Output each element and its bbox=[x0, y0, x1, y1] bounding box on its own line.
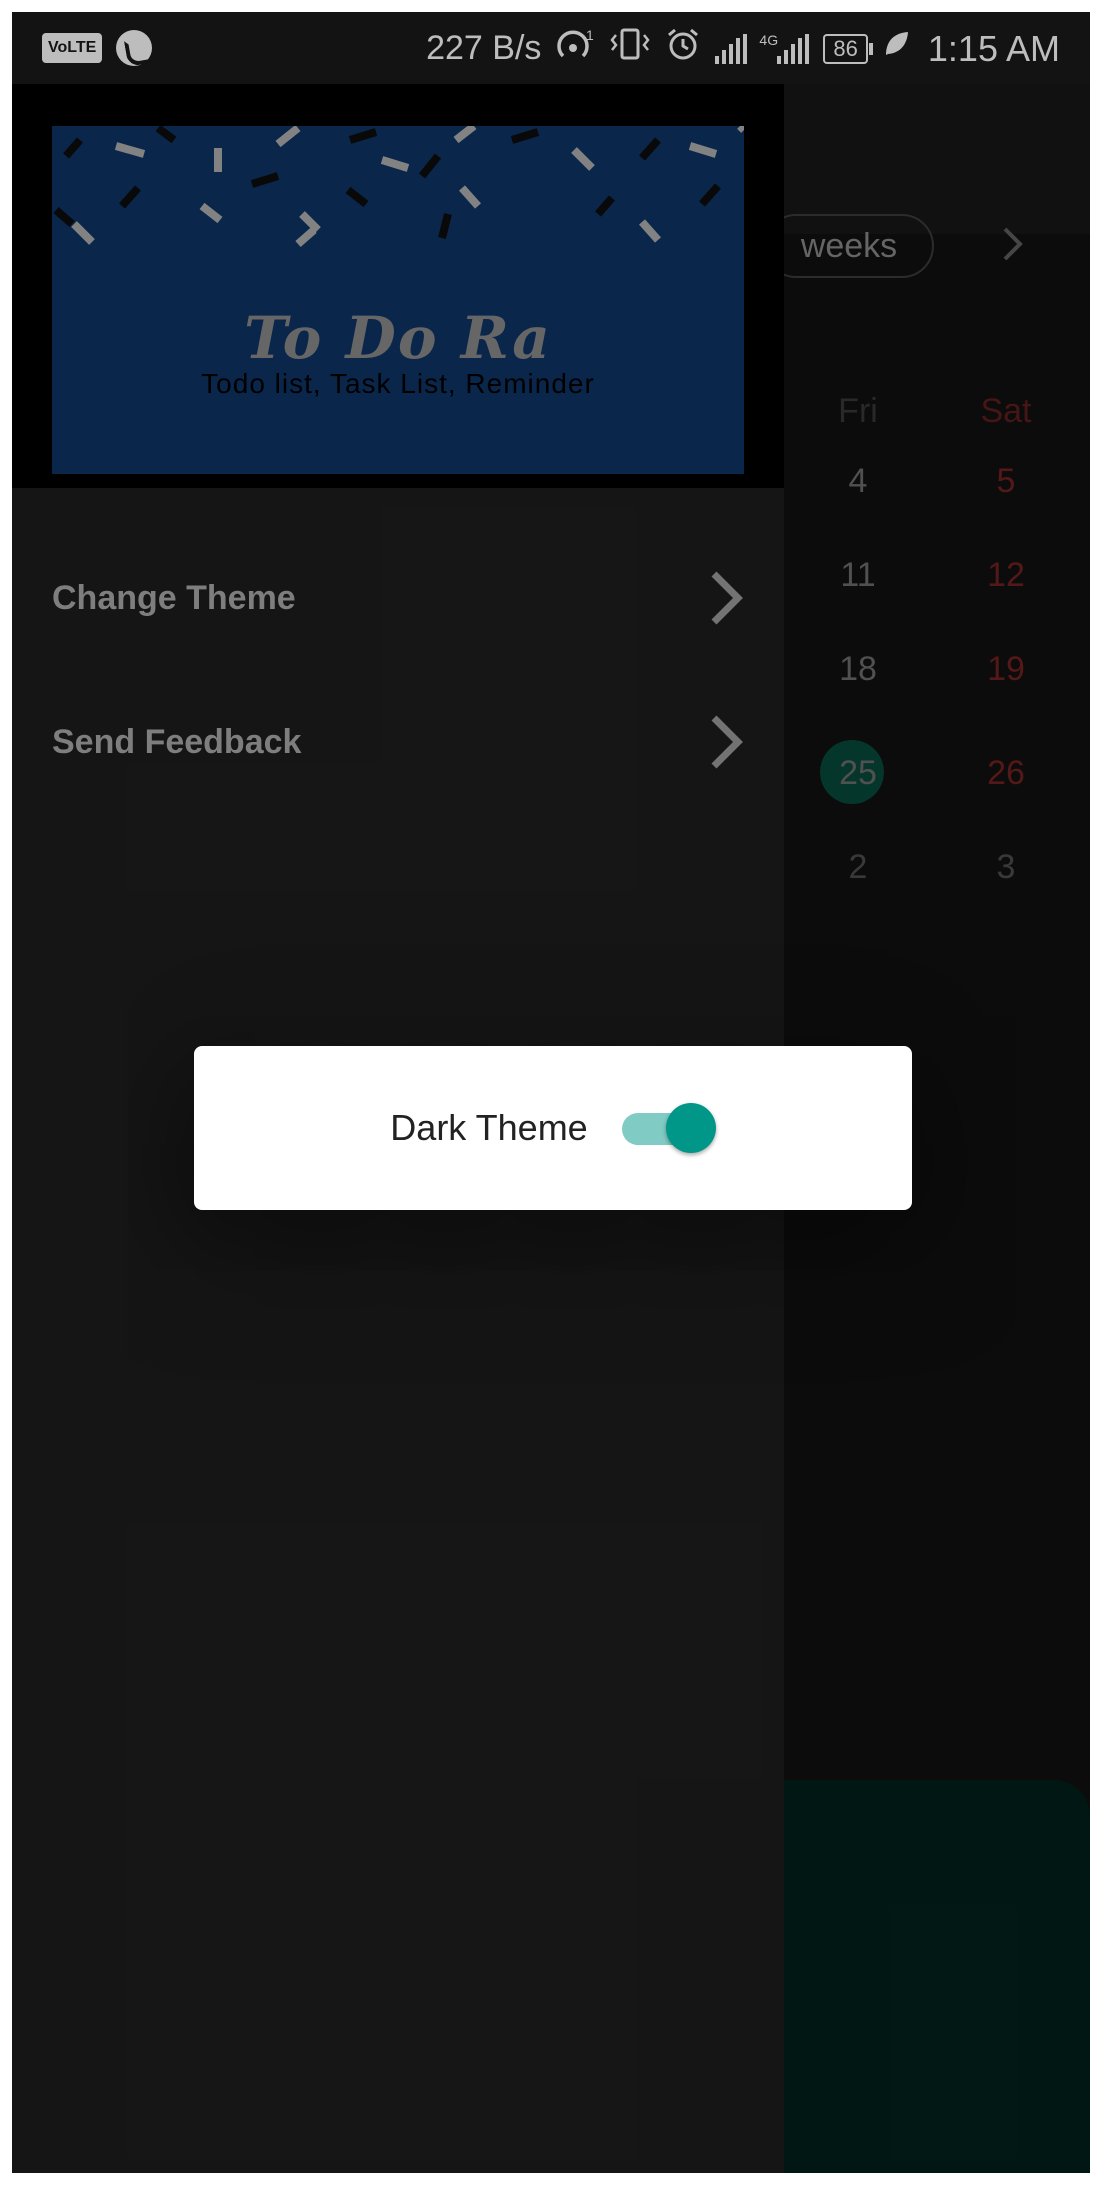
dark-theme-label: Dark Theme bbox=[390, 1107, 588, 1148]
toggle-thumb bbox=[665, 1103, 716, 1153]
dark-theme-toggle[interactable] bbox=[621, 1101, 716, 1155]
phone-screen: VoLTE 227 B/s 1 4G 86 1:15 AM weeks Fri … bbox=[12, 12, 1090, 2173]
theme-dialog: Dark Theme bbox=[194, 1046, 912, 1210]
